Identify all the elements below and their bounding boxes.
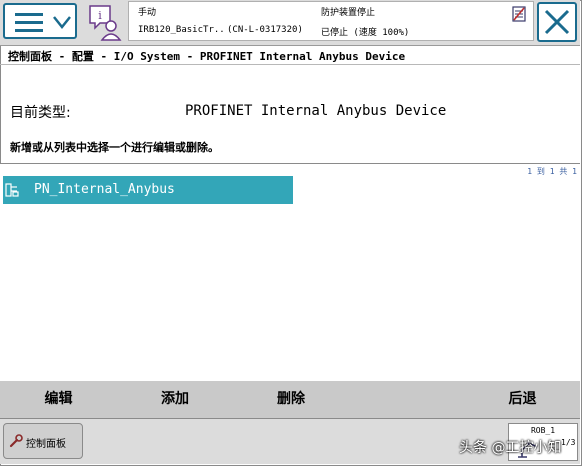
breadcrumb: 控制面板 - 配置 - I/O System - PROFINET Intern… [8, 50, 406, 63]
current-type-value: PROFINET Internal Anybus Device [185, 103, 447, 119]
guard-state: 防护装置停止 [321, 8, 376, 18]
operating-mode: 手动 [138, 8, 157, 18]
close-icon [544, 9, 570, 35]
svg-text:i: i [98, 9, 102, 22]
add-button[interactable]: 添加 [117, 381, 233, 418]
main-menu-button[interactable] [3, 3, 77, 39]
robot-unit-number: 1/3 [561, 438, 576, 447]
controller-name: IRB120_BasicTr.. [138, 25, 225, 35]
header-divider [0, 64, 580, 65]
system-id: (CN-L-0317320) [227, 25, 303, 35]
delete-button[interactable]: 删除 [233, 381, 349, 418]
command-bar: 编辑 添加 删除 后退 [0, 381, 580, 419]
operator-info-icon[interactable]: i [86, 3, 122, 41]
chevron-down-icon [53, 16, 71, 30]
list-item[interactable]: PN_Internal_Anybus [3, 176, 293, 204]
wrench-icon [9, 434, 23, 448]
back-button[interactable]: 后退 [465, 381, 580, 418]
current-type-label: 目前类型: [10, 105, 71, 121]
list-item-label: PN_Internal_Anybus [34, 182, 175, 197]
robot-unit-label: ROB_1 [530, 426, 556, 435]
edit-button[interactable]: 编辑 [0, 381, 117, 418]
close-button[interactable] [537, 2, 577, 42]
status-panel[interactable]: 手动 IRB120_BasicTr.. (CN-L-0317320) 防护装置停… [128, 1, 534, 41]
hamburger-icon [15, 13, 43, 33]
instance-list[interactable]: 1 到 1 共 1 PN_Internal_Anybus [0, 163, 580, 382]
run-state: 已停止 (速度 100%) [321, 28, 410, 38]
device-config-icon [5, 183, 19, 197]
watermark: 头条 @工控小知 [459, 440, 562, 456]
top-bar: i 手动 IRB120_BasicTr.. (CN-L-0317320) 防护装… [0, 0, 580, 46]
list-pager: 1 到 1 共 1 [527, 167, 577, 176]
control-panel-task-label: 控制面板 [26, 439, 66, 450]
instruction-text: 新增或从列表中选择一个进行编辑或删除。 [10, 141, 219, 154]
event-log-icon [512, 6, 526, 22]
control-panel-task-button[interactable]: 控制面板 [3, 423, 83, 459]
